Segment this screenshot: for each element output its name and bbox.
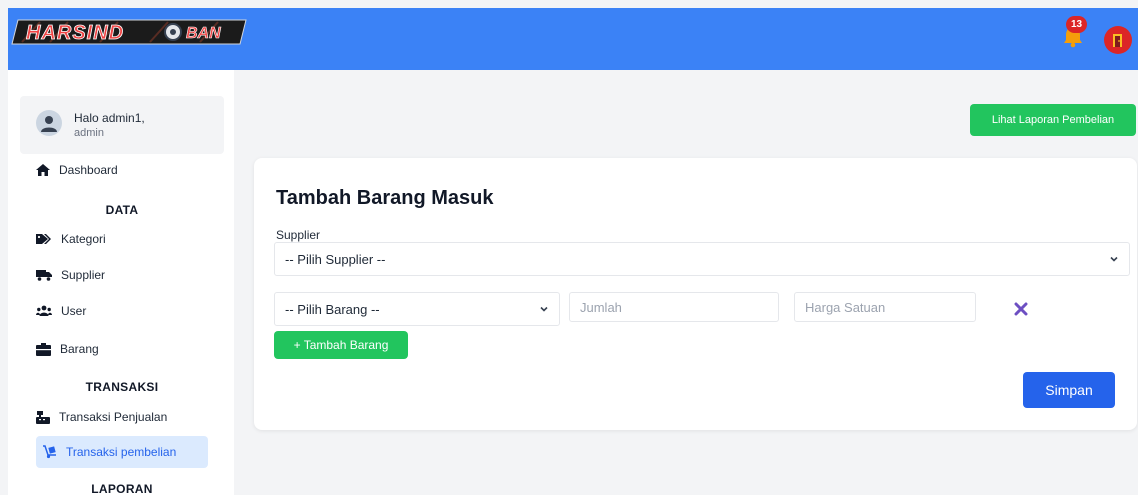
sidebar-item-label: Barang — [60, 342, 99, 356]
truck-icon — [36, 270, 52, 281]
section-heading-transaksi: TRANSAKSI — [85, 380, 159, 394]
jumlah-input[interactable]: Jumlah — [569, 292, 779, 322]
sidebar-item-dashboard[interactable]: Dashboard — [36, 154, 210, 186]
sidebar-item-kategori[interactable]: Kategori — [36, 223, 210, 255]
close-icon — [1014, 302, 1028, 316]
user-avatar-icon — [41, 116, 57, 132]
logo-image: HARSIND BAN — [11, 19, 247, 45]
remove-item-button[interactable] — [1014, 302, 1028, 316]
sidebar-item-barang[interactable]: Barang — [36, 333, 210, 365]
section-heading-data: DATA — [105, 203, 139, 217]
harga-satuan-input[interactable]: Harga Satuan — [794, 292, 976, 322]
chevron-down-icon — [1110, 256, 1118, 262]
barang-select-value: -- Pilih Barang -- — [285, 301, 380, 317]
user-greeting: Halo admin1, — [74, 111, 145, 125]
view-purchase-report-button[interactable]: Lihat Laporan Pembelian — [970, 104, 1136, 136]
sidebar-item-label: Transaksi Penjualan — [59, 410, 168, 424]
sidebar-item-label: Dashboard — [59, 163, 118, 177]
svg-text:BAN: BAN — [186, 25, 221, 42]
chevron-down-icon — [540, 306, 548, 312]
sidebar-item-label: User — [61, 304, 87, 318]
sidebar-item-user[interactable]: User — [36, 295, 210, 327]
notification-badge: 13 — [1066, 16, 1087, 33]
dolly-icon — [43, 445, 56, 459]
supplier-select[interactable]: -- Pilih Supplier -- — [274, 242, 1130, 276]
supplier-select-value: -- Pilih Supplier -- — [285, 251, 386, 267]
box-icon — [36, 342, 51, 356]
add-item-button[interactable]: + Tambah Barang — [274, 331, 408, 359]
harga-satuan-placeholder: Harga Satuan — [805, 299, 886, 315]
sidebar-item-label: Transaksi pembelian — [66, 445, 177, 459]
home-icon — [36, 164, 50, 176]
svg-text:HARSIND: HARSIND — [26, 22, 124, 44]
jumlah-placeholder: Jumlah — [580, 299, 622, 315]
sidebar-item-supplier[interactable]: Supplier — [36, 259, 210, 291]
user-role: admin — [74, 127, 104, 139]
sidebar-item-transaksi-penjualan[interactable]: Transaksi Penjualan — [36, 401, 210, 433]
tags-icon — [36, 234, 51, 244]
cash-register-icon — [36, 410, 50, 424]
supplier-label: Supplier — [276, 228, 321, 242]
user-profile-card: Halo admin1, admin — [20, 96, 224, 154]
page-title: Tambah Barang Masuk — [276, 187, 494, 209]
barang-select[interactable]: -- Pilih Barang -- — [274, 292, 560, 326]
logout-button[interactable] — [1104, 26, 1132, 54]
section-heading-laporan: LAPORAN — [91, 482, 153, 495]
sidebar-item-label: Kategori — [61, 232, 106, 246]
sidebar-item-label: Supplier — [61, 268, 106, 282]
door-exit-icon — [1113, 34, 1122, 47]
sidebar-item-transaksi-pembelian[interactable]: Transaksi pembelian — [36, 436, 208, 468]
save-button[interactable]: Simpan — [1023, 372, 1115, 408]
users-icon — [36, 305, 52, 316]
avatar — [36, 110, 62, 136]
brand-logo[interactable]: HARSIND BAN — [10, 16, 250, 48]
